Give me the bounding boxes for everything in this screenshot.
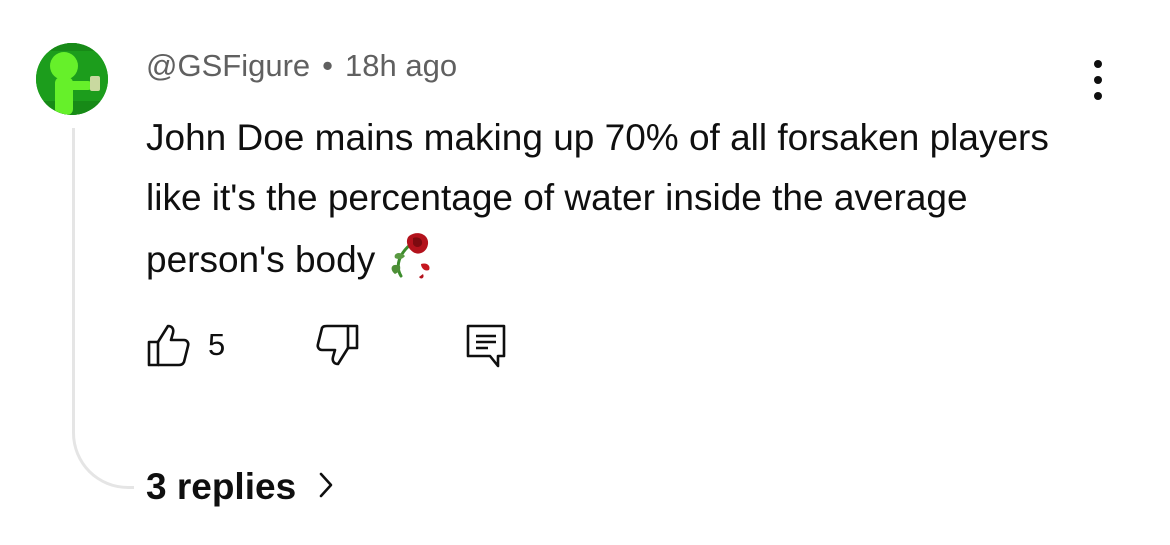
- comment-reply-icon: [466, 324, 506, 368]
- more-dot: [1094, 92, 1102, 100]
- like-count: 5: [208, 327, 226, 362]
- replies-label: 3 replies: [146, 466, 297, 507]
- thread-line: [72, 128, 134, 489]
- thumbs-down-icon: [316, 324, 359, 366]
- more-options-button[interactable]: [1087, 60, 1109, 100]
- avatar[interactable]: [36, 43, 108, 115]
- more-dot: [1094, 60, 1102, 68]
- reply-button[interactable]: [464, 322, 510, 373]
- timestamp[interactable]: 18h ago: [345, 48, 457, 84]
- wilted-rose-icon: [383, 228, 435, 298]
- dislike-button[interactable]: [314, 322, 360, 373]
- view-replies-button[interactable]: 3 replies: [146, 466, 334, 508]
- more-dot: [1094, 76, 1102, 84]
- like-button[interactable]: 5: [146, 322, 225, 368]
- comment-text: John Doe mains making up 70% of all fors…: [146, 117, 1049, 280]
- chevron-right-icon: [318, 466, 334, 508]
- thumbs-up-icon: [147, 324, 190, 367]
- comment-body: John Doe mains making up 70% of all fors…: [146, 108, 1066, 298]
- green-figure-icon: [36, 43, 108, 115]
- author-handle[interactable]: @GSFigure: [146, 48, 310, 84]
- separator-dot: •: [322, 48, 333, 83]
- comment-meta: @GSFigure • 18h ago: [146, 48, 457, 84]
